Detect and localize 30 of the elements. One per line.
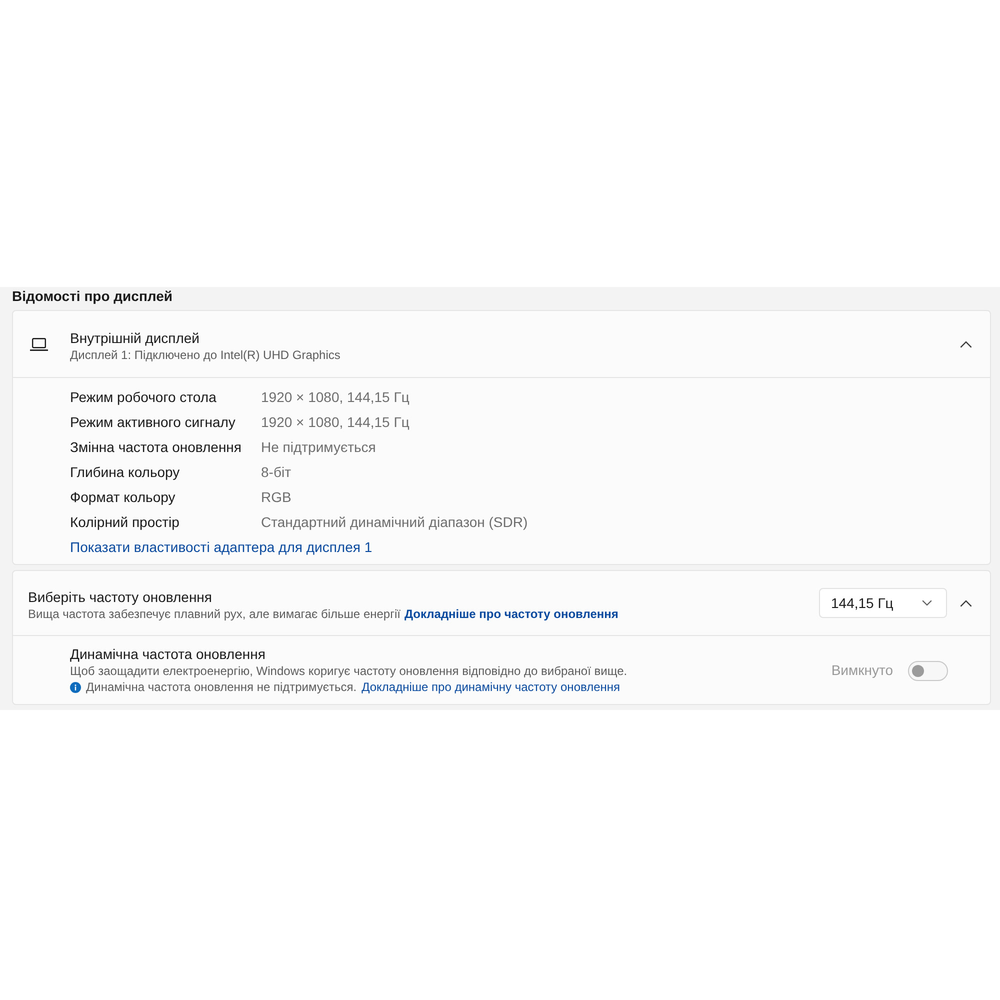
adapter-properties-link[interactable]: Показати властивості адаптера для дисплея 1 bbox=[70, 539, 372, 555]
property-label: Формат кольору bbox=[70, 488, 176, 507]
dynamic-refresh-title: Динамічна частота оновлення bbox=[70, 646, 266, 663]
property-label: Режим активного сигналу bbox=[70, 413, 236, 432]
property-value: 1920 × 1080, 144,15 Гц bbox=[261, 388, 410, 407]
chevron-up-icon[interactable] bbox=[960, 340, 972, 348]
property-value: RGB bbox=[261, 488, 292, 507]
property-label: Режим робочого стола bbox=[70, 388, 218, 407]
property-value: 1920 × 1080, 144,15 Гц bbox=[261, 413, 410, 432]
refresh-rate-learn-more-link[interactable]: Докладніше про частоту оновлення bbox=[404, 606, 618, 622]
refresh-rate-description: Вища частота забезпечує плавний рух, але вимагає більше енергії bbox=[28, 606, 400, 622]
chevron-down-icon bbox=[922, 600, 932, 606]
refresh-rate-title: Виберіть частоту оновлення bbox=[28, 589, 213, 606]
toggle-state-label: Вимкнуто bbox=[831, 661, 893, 680]
info-icon bbox=[70, 682, 81, 692]
chevron-up-icon[interactable] bbox=[960, 600, 972, 606]
property-value: Стандартний динамічний діапазон (SDR) bbox=[261, 513, 528, 532]
unsupported-notice: Динамічна частота оновлення не підтримується. bbox=[86, 679, 357, 695]
dynamic-refresh-learn-more-link[interactable]: Докладніше про динамічну частоту оновлення bbox=[362, 679, 620, 695]
display-title: Внутрішній дисплей bbox=[70, 330, 201, 347]
section-title: Відомості про дисплей bbox=[12, 287, 174, 305]
property-label: Змінна частота оновлення bbox=[70, 438, 242, 457]
laptop-icon bbox=[30, 338, 48, 350]
dynamic-refresh-description: Щоб заощадити електроенергію, Windows коригує частоту оновлення відповідно до вибраної вище. bbox=[70, 663, 628, 679]
display-subtitle: Дисплей 1: Підключено до Intel(R) UHD Graphics bbox=[70, 347, 342, 363]
refresh-rate-dropdown[interactable]: 144,15 Гц bbox=[819, 588, 947, 618]
property-label: Глибина кольору bbox=[70, 463, 181, 482]
property-label: Колірний простір bbox=[70, 513, 180, 532]
property-value: 8-біт bbox=[261, 463, 291, 482]
property-value: Не підтримується bbox=[261, 438, 376, 457]
